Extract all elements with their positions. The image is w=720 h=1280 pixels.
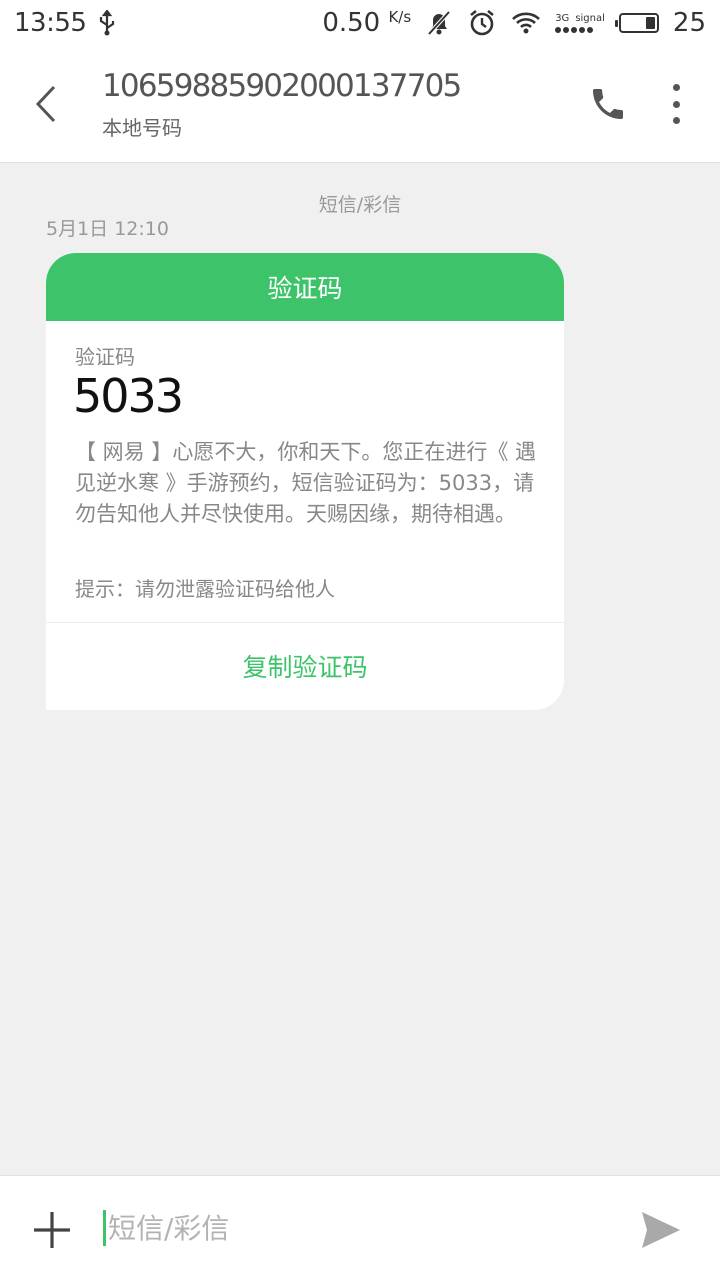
status-time: 13:55	[14, 8, 87, 38]
copy-code-button[interactable]: 复制验证码	[46, 623, 564, 709]
card-header: 验证码	[46, 253, 564, 321]
signal-label: signal	[575, 12, 605, 24]
message-input[interactable]	[108, 1211, 588, 1245]
send-icon	[642, 1212, 680, 1248]
status-right: 0.50 K/s 3G signal 25	[322, 8, 706, 38]
card-body: 验证码 5033 【 网易 】心愿不大，你和天下。您正在进行《 遇见逆水寒 》手…	[46, 321, 564, 622]
message-timestamp: 5月1日 12:10	[46, 218, 169, 240]
back-arrow-icon	[35, 85, 56, 123]
cellular-signal: 3G signal	[555, 12, 605, 33]
security-hint: 提示：请勿泄露验证码给他人	[75, 577, 335, 601]
screen: 13:55 0.50 K/s 3G signal 25 106598859020…	[0, 0, 720, 1280]
more-vertical-icon	[672, 84, 680, 91]
contact-number: 1065988590200013770​5	[102, 68, 462, 104]
verification-code-card[interactable]: 验证码 验证码 5033 【 网易 】心愿不大，你和天下。您正在进行《 遇见逆水…	[46, 253, 564, 710]
battery-icon	[614, 13, 659, 33]
net-speed-value: 0.50	[322, 8, 381, 38]
message-text: 【 网易 】心愿不大，你和天下。您正在进行《 遇见逆水寒 》手游预约，短信验证码…	[75, 440, 537, 526]
call-button[interactable]	[586, 82, 630, 126]
usb-icon	[98, 10, 116, 36]
signal-dots-icon	[555, 26, 594, 33]
wifi-icon	[511, 11, 541, 35]
alarm-icon	[467, 8, 497, 38]
conversation-header: 1065988590200013770​5 本地号码	[0, 46, 720, 163]
net-speed: 0.50 K/s	[322, 8, 411, 38]
more-button[interactable]	[660, 80, 692, 128]
text-cursor	[103, 1210, 106, 1246]
contact-subtitle: 本地号码	[102, 116, 182, 140]
code-label: 验证码	[75, 345, 135, 369]
plus-icon	[34, 1212, 70, 1248]
message-input-wrap	[103, 1204, 603, 1252]
conversation-type-label: 短信/彩信	[318, 194, 402, 216]
notifications-off-icon	[425, 9, 453, 37]
verification-code: 5033	[73, 369, 184, 423]
network-type: 3G	[555, 12, 570, 24]
status-bar: 13:55 0.50 K/s 3G signal 25	[0, 0, 720, 46]
back-button[interactable]	[26, 82, 66, 126]
add-attachment-button[interactable]	[30, 1208, 74, 1252]
message-composer	[0, 1175, 720, 1280]
battery-level: 25	[672, 8, 706, 38]
send-button[interactable]	[640, 1210, 682, 1250]
net-speed-unit: K/s	[388, 8, 412, 26]
phone-icon	[593, 89, 623, 119]
